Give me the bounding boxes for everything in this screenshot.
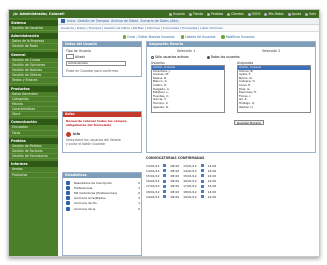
selection-2-header: Selección 2 [262,49,281,53]
app-window: ¡b: Administrador, Colunel! Usuario Tien… [8,9,320,257]
list-users-action[interactable]: Listado de Usuarios [180,34,215,40]
breadcrumb-item[interactable]: Inicio [67,19,75,23]
tab-osos[interactable]: OSOS [247,12,260,16]
user-type-label: Tipo de Usuario [66,49,91,53]
calendar-icon[interactable] [200,179,204,183]
sidebar: Sistema Gestión de Usuarios Administraci… [9,18,58,256]
sidebar-item[interactable]: Gestión de Formularios [9,154,58,160]
calendar-icon[interactable] [163,184,167,188]
breadcrumb-item[interactable]: Sumario de Dates (Alta) [140,19,178,23]
user-type-select[interactable]: Administrador [66,61,126,66]
calendar-icon[interactable] [163,195,167,199]
calendar-icon[interactable] [200,169,204,173]
warning-text: Recuerde rellenar todos los campos oblig… [66,119,127,127]
warning-panel: Aviso Recuerde rellenar todos los campos… [62,111,142,153]
tab-mis-datos[interactable]: Mis Datos [264,12,284,16]
save-note: Pulse en Guardar para confirmar. [66,69,119,73]
user-greeting: ¡b: Administrador, Colunel! [13,12,65,16]
create-users-action[interactable]: Crear / Editar Nuevos Usuarios [122,34,175,40]
profile-icon [264,12,268,16]
stats-panel: Estadísticas Resultados de Inscripción 0 … [62,172,142,256]
stats-icon [66,190,70,195]
assigned-users-list[interactable]: Admin, Colunel Alonso, B. Ayala, F. Barr… [237,65,311,113]
breadcrumb-item[interactable]: Archivo de Dates [111,19,138,23]
panel-title: Asignación Horaria [147,42,315,47]
table-row: 19/01/12 08:00 19/01/12 14:00 [146,194,217,199]
calendar-icon[interactable] [200,184,204,188]
stats-icon [66,196,70,201]
clients-icon [227,12,231,16]
sidebar-item[interactable]: Gestión de Usuarios [9,26,58,32]
breadcrumb: Inicio Gestión de Tiempos Archivo de Dat… [58,18,319,25]
schedule-section: CONVOCATORIAS CONFIRMADAS 13/01/12 08:00 1… [146,156,316,252]
sidebar-item[interactable]: Textos y Enlaces [9,78,58,84]
calendar-icon[interactable] [200,164,204,168]
list-icon [180,35,184,39]
box-icon [247,12,251,16]
stats-icon [66,206,70,211]
stats-row[interactable]: Alumnos de la 0 [66,206,140,211]
action-bar: Crear / Editar Nuevos Usuarios Listado d… [58,34,319,40]
top-tabs: Usuario Tienda Pedidos Clientes OSOS Mis… [169,12,319,16]
panel-title: Aviso [63,112,141,117]
stats-icon [66,180,70,185]
radio-active[interactable]: Sólo usuarios activos [151,55,189,59]
calendar-icon[interactable] [200,174,204,178]
modify-users-action[interactable]: Modificar Usuarios [221,34,254,40]
toolbar-links[interactable]: Usuarios | Datos | Tiempos | Gestión de … [61,26,223,30]
tab-tienda[interactable]: Tienda [188,12,203,16]
user-data-panel: Datos del Usuario Tipo de Usuario Añadir… [62,41,142,77]
sub-toolbar: Usuarios | Datos | Tiempos | Gestión de … [58,25,319,32]
home-icon[interactable] [61,19,65,23]
top-bar: ¡b: Administrador, Colunel! Usuario Tien… [9,10,319,18]
store-icon [188,12,192,16]
assignment-panel: Asignación Horaria Selección 1 Selección… [146,41,316,153]
calendar-icon[interactable] [163,169,167,173]
available-users-list[interactable]: Admin, Colunel Alcantara, J. Alvarez, M.… [151,65,225,113]
tab-usuario[interactable]: Usuario [169,12,185,16]
sidebar-item[interactable]: Productos [9,173,58,178]
alert-icon [66,132,71,137]
calendar-icon[interactable] [163,174,167,178]
cart-icon [207,12,211,16]
save-schedule-button[interactable]: Guardar Horario [234,120,264,125]
selection-1-header: Selección 1 [177,49,196,53]
stats-list: Resultados de Inscripción 0 Preferencias 1… [66,180,140,211]
calendar-icon[interactable] [200,195,204,199]
radio-group: Sólo usuarios activos Todos los usuarios [151,55,240,59]
tab-clientes[interactable]: Clientes [227,12,244,16]
stats-icon [66,201,70,206]
panel-title: Estadísticas [63,173,141,178]
radio-all[interactable]: Todos los usuarios [206,55,240,59]
breadcrumb-item[interactable]: Gestión de Tiempos [77,19,109,23]
add-label: Añadir [75,54,86,59]
schedule-title: CONVOCATORIAS CONFIRMADAS [146,156,205,160]
sidebar-item[interactable]: Stock [9,112,58,118]
tab-ayuda[interactable]: Ayuda [287,12,301,16]
tab-salir[interactable]: Salir [305,12,316,16]
calendar-icon[interactable] [163,190,167,194]
sidebar-item[interactable]: Gestión de Roles [9,44,58,50]
schedule-table: 13/01/12 08:00 13/01/12 14:00 14/01/12 08:00… [146,163,316,199]
user-icon [169,12,173,16]
calendar-icon[interactable] [163,179,167,183]
info-line: y pulse el botón Guardar [66,142,106,146]
add-icon [122,35,127,39]
info-title: Info [73,132,81,136]
logout-icon [305,12,309,16]
sidebar-item[interactable]: Foros [9,131,58,136]
calendar-icon[interactable] [200,190,204,194]
help-icon [287,12,291,16]
panel-title: Datos del Usuario [63,42,141,47]
edit-icon [221,35,225,39]
user-type-checkbox[interactable] [66,54,74,59]
calendar-icon[interactable] [163,164,167,168]
tab-pedidos[interactable]: Pedidos [207,12,223,16]
stats-icon [66,185,70,190]
